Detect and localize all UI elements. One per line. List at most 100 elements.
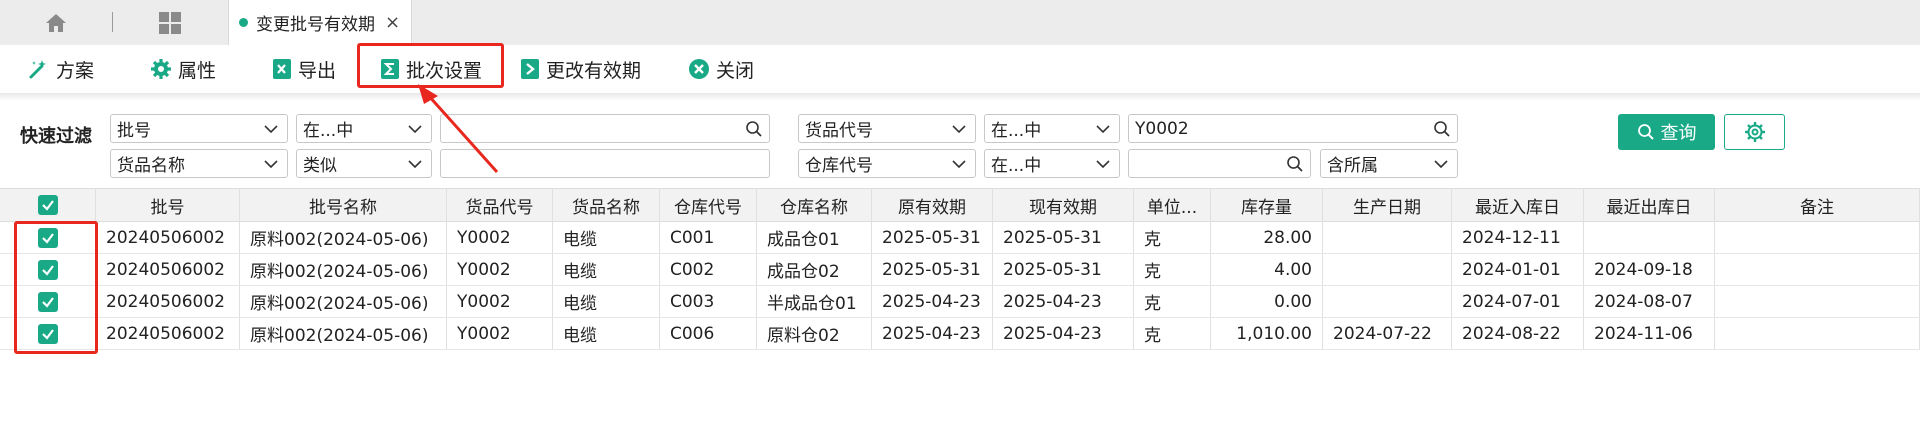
checkbox-column-highlight	[14, 221, 98, 354]
column-header[interactable]: 最近入库日	[1452, 189, 1584, 221]
input-value: Y0002	[1135, 118, 1189, 139]
select-value: 货品代号	[805, 121, 873, 141]
grid-cell: 2024-11-06	[1584, 318, 1715, 349]
export-label: 导出	[298, 59, 337, 82]
query-button[interactable]: 查询	[1618, 114, 1715, 150]
grid-cell: 电缆	[553, 254, 660, 285]
grid-cell: 克	[1134, 254, 1211, 285]
filter-op-select[interactable]: 类似	[296, 149, 432, 178]
grid-cell	[1323, 286, 1452, 317]
grid-cell: 2025-05-31	[872, 222, 993, 253]
checkbox-checked-icon	[37, 195, 58, 215]
tab-separator	[112, 12, 113, 32]
column-header[interactable]: 原有效期	[872, 189, 993, 221]
tab-close-icon[interactable]: ×	[385, 12, 400, 33]
table-row[interactable]: 20240506002 原料002(2024-05-06) Y0002 电缆 C003 半…	[0, 286, 1920, 318]
grid-cell: 电缆	[553, 318, 660, 349]
grid-cell: 2025-05-31	[872, 254, 993, 285]
table-row[interactable]: 20240506002 原料002(2024-05-06) Y0002 电缆 C001 成…	[0, 222, 1920, 254]
column-header[interactable]: 货品名称	[553, 189, 660, 221]
filter-op-select[interactable]: 在...中	[984, 149, 1120, 178]
grid-cell: 2025-04-23	[993, 318, 1134, 349]
toolbar-divider	[0, 93, 1920, 101]
chevron-down-icon	[1096, 125, 1110, 134]
filter-field-product-code-select[interactable]: 货品代号	[798, 114, 976, 143]
grid-cell: 2024-09-18	[1584, 254, 1715, 285]
toolbar: 方案 属性 导出 批次设置 更改有效期 关闭	[0, 45, 1920, 93]
scheme-button[interactable]: 方案	[28, 45, 94, 93]
select-all-checkbox[interactable]	[0, 189, 96, 221]
grid-cell: 原料002(2024-05-06)	[240, 318, 447, 349]
column-header[interactable]: 仓库代号	[660, 189, 757, 221]
properties-label: 属性	[178, 59, 217, 82]
filter-field-product-name-select[interactable]: 货品名称	[110, 149, 288, 178]
grid-cell: 克	[1134, 286, 1211, 317]
search-icon[interactable]	[1286, 155, 1304, 173]
search-icon[interactable]	[1433, 120, 1451, 138]
table-row[interactable]: 20240506002 原料002(2024-05-06) Y0002 电缆 C002 成…	[0, 254, 1920, 286]
change-validity-button[interactable]: 更改有效期	[520, 45, 641, 93]
export-button[interactable]: 导出	[272, 45, 336, 93]
search-icon	[1637, 124, 1654, 140]
column-header[interactable]: 库存量	[1211, 189, 1323, 221]
filter-op-select[interactable]: 在...中	[296, 114, 432, 143]
chevron-down-icon	[264, 125, 278, 134]
filter-warehouse-code-input[interactable]	[1128, 149, 1311, 178]
home-icon	[46, 13, 66, 32]
grid-cell	[1715, 222, 1920, 253]
tab-bar: 变更批号有效期 ×	[0, 0, 1920, 45]
filter-field-batch-select[interactable]: 批号	[110, 114, 288, 143]
search-icon[interactable]	[745, 120, 763, 138]
column-header[interactable]: 货品代号	[447, 189, 553, 221]
apps-tab[interactable]	[142, 0, 198, 45]
wand-icon	[29, 60, 46, 79]
close-label: 关闭	[716, 59, 755, 82]
filter-scope-select[interactable]: 含所属	[1320, 149, 1458, 178]
grid-cell: 电缆	[553, 222, 660, 253]
filter-field-warehouse-code-select[interactable]: 仓库代号	[798, 149, 976, 178]
grid-cell: 原料002(2024-05-06)	[240, 286, 447, 317]
grid-cell	[1584, 222, 1715, 253]
grid-cell: 克	[1134, 222, 1211, 253]
chevron-down-icon	[408, 160, 422, 169]
filter-op-select[interactable]: 在...中	[984, 114, 1120, 143]
quick-filter-label: 快速过滤	[20, 126, 92, 147]
filter-batch-input[interactable]	[440, 114, 770, 143]
grid-cell: 28.00	[1211, 222, 1323, 253]
select-value: 货品名称	[117, 156, 185, 176]
arrow-right-icon	[521, 59, 539, 79]
grid-cell	[1323, 222, 1452, 253]
column-header[interactable]: 最近出库日	[1584, 189, 1715, 221]
grid-cell	[1715, 254, 1920, 285]
grid-cell: 原料仓02	[757, 318, 872, 349]
close-button[interactable]: 关闭	[688, 45, 754, 93]
grid-cell: 0.00	[1211, 286, 1323, 317]
tab-change-validity[interactable]: 变更批号有效期 ×	[228, 0, 412, 45]
filter-product-code-input[interactable]: Y0002	[1128, 114, 1458, 143]
column-header[interactable]: 批号名称	[240, 189, 447, 221]
home-tab[interactable]	[28, 0, 84, 45]
column-header[interactable]: 仓库名称	[757, 189, 872, 221]
grid-cell: 2025-04-23	[872, 318, 993, 349]
grid-cell	[1323, 254, 1452, 285]
filter-product-name-input[interactable]	[440, 149, 770, 178]
column-header[interactable]: 批号	[96, 189, 240, 221]
select-value: 含所属	[1327, 156, 1378, 176]
grid-cell: 半成品仓01	[757, 286, 872, 317]
column-header[interactable]: 生产日期	[1323, 189, 1452, 221]
grid-cell	[1715, 318, 1920, 349]
properties-button[interactable]: 属性	[150, 45, 216, 93]
table-row[interactable]: 20240506002 原料002(2024-05-06) Y0002 电缆 C006 原…	[0, 318, 1920, 350]
column-header[interactable]: 备注	[1715, 189, 1920, 221]
filter-settings-button[interactable]	[1724, 114, 1785, 150]
grid-cell: 2024-01-01	[1452, 254, 1584, 285]
grid-cell: 2024-12-11	[1452, 222, 1584, 253]
grid-cell: 2025-04-23	[993, 286, 1134, 317]
chevron-down-icon	[952, 125, 966, 134]
select-value: 在...中	[991, 121, 1042, 141]
grid-cell: C006	[660, 318, 757, 349]
grid-cell	[1715, 286, 1920, 317]
close-circle-icon	[689, 59, 709, 79]
column-header[interactable]: 单位...	[1134, 189, 1211, 221]
column-header[interactable]: 现有效期	[993, 189, 1134, 221]
